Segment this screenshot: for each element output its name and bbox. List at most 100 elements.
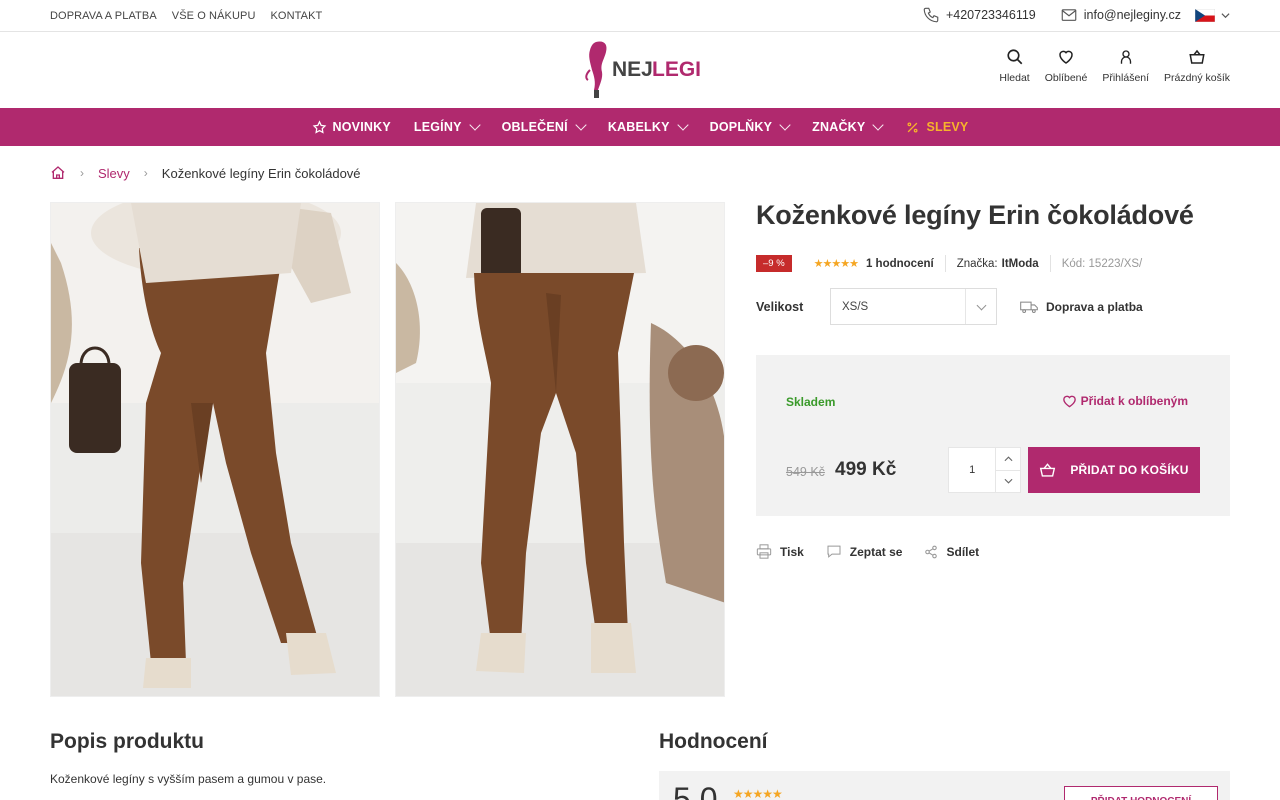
nav-item-doplnky[interactable]: DOPLŇKY <box>709 119 791 134</box>
nav-item-znacky[interactable]: ZNAČKY <box>812 119 885 134</box>
reviews-heading: Hodnocení <box>659 730 768 753</box>
mail-icon <box>1061 9 1077 21</box>
old-price: 549 Kč <box>786 465 825 479</box>
description-heading: Popis produktu <box>50 730 204 753</box>
share-button[interactable]: Sdílet <box>924 544 979 559</box>
nav-label: OBLEČENÍ <box>501 120 568 134</box>
size-select[interactable]: XS/S <box>830 288 997 325</box>
percent-icon <box>907 122 918 132</box>
chevron-down-icon <box>976 300 986 310</box>
discount-badge: –9 % <box>756 255 792 272</box>
svg-text:NEJ: NEJ <box>612 58 653 81</box>
chevron-down-icon <box>779 119 791 131</box>
breadcrumb-current: Koženkové legíny Erin čokoládové <box>161 165 361 181</box>
link-about-shopping[interactable]: VŠE O NÁKUPU <box>172 10 256 22</box>
product-image-front[interactable] <box>50 202 380 697</box>
rating-summary: 5,0 ★★★★★ PŘIDAT HODNOCENÍ <box>659 771 1230 800</box>
site-header: NEJ LEGINY Hledat Oblíbené Přihlášení Pr… <box>0 32 1280 108</box>
search-icon <box>1006 49 1022 65</box>
shipping-link[interactable]: Doprava a platba <box>1020 300 1143 314</box>
svg-text:LEGINY: LEGINY <box>652 58 700 81</box>
nav-item-novinky[interactable]: NOVINKY <box>312 119 391 135</box>
quantity-stepper: 1 <box>948 447 1021 493</box>
login-label: Přihlášení <box>1102 72 1150 84</box>
nav-label: ZNAČKY <box>812 120 866 134</box>
chevron-down-icon <box>1004 479 1013 484</box>
chevron-down-icon <box>872 119 885 131</box>
header-icons: Hledat Oblíbené Přihlášení Prázdný košík <box>999 48 1230 84</box>
shipping-label: Doprava a platba <box>1046 299 1143 314</box>
favorites-label: Oblíbené <box>1044 72 1088 84</box>
size-value: XS/S <box>842 300 869 313</box>
add-to-cart-label: PŘIDAT DO KOŠÍKU <box>1070 463 1189 477</box>
cart-label: Prázdný košík <box>1164 72 1230 84</box>
printer-icon <box>756 544 772 559</box>
add-to-cart-button[interactable]: PŘIDAT DO KOŠÍKU <box>1028 447 1200 493</box>
size-label: Velikost <box>756 299 804 314</box>
reviews-link[interactable]: 1 hodnocení <box>866 258 934 270</box>
rating-stars: ★★★★★ <box>813 258 859 270</box>
nav-label: NOVINKY <box>332 120 391 134</box>
print-button[interactable]: Tisk <box>756 544 804 559</box>
user-icon <box>1120 50 1131 64</box>
brand-link[interactable]: ItModa <box>1002 258 1039 270</box>
buy-box: Skladem Přidat k oblíbeným 549 Kč 499 Kč… <box>756 355 1230 516</box>
phone-number[interactable]: +420723346119 <box>946 8 1036 22</box>
share-label: Sdílet <box>946 544 980 559</box>
quantity-increase-button[interactable] <box>996 448 1020 470</box>
product-actions: Tisk Zeptat se Sdílet <box>756 544 979 559</box>
chevron-down-icon <box>468 119 481 131</box>
top-contact: +420723346119 info@nejleginy.cz <box>922 6 1230 24</box>
nav-label: LEGÍNY <box>413 120 462 134</box>
favorites-button[interactable]: Oblíbené <box>1044 48 1088 84</box>
size-row: Velikost XS/S Doprava a platba <box>756 288 1143 325</box>
rating-stars: ★★★★★ <box>733 787 783 800</box>
chevron-down-icon[interactable] <box>1221 11 1230 20</box>
logo[interactable]: NEJ LEGINY <box>582 38 730 102</box>
logo-leg-icon <box>589 41 607 90</box>
email-link[interactable]: info@nejleginy.cz <box>1084 8 1181 22</box>
phone-icon <box>923 7 939 23</box>
nav-item-leginy[interactable]: LEGÍNY <box>413 119 481 134</box>
breadcrumb-category[interactable]: Slevy <box>98 166 130 181</box>
chat-icon <box>827 545 841 558</box>
heart-icon <box>1062 395 1076 408</box>
nav-item-obleceni[interactable]: OBLEČENÍ <box>501 119 587 134</box>
nav-item-slevy[interactable]: SLEVY <box>905 120 968 135</box>
quantity-decrease-button[interactable] <box>996 469 1020 493</box>
home-icon[interactable] <box>50 165 66 181</box>
breadcrumb: › Slevy › Koženkové legíny Erin čokoládo… <box>50 165 361 181</box>
brand-label: Značka: <box>956 257 998 270</box>
product-image-back[interactable] <box>395 202 725 697</box>
ask-button[interactable]: Zeptat se <box>826 544 903 559</box>
link-contact[interactable]: KONTAKT <box>271 10 323 22</box>
star-icon <box>312 119 326 134</box>
print-label: Tisk <box>780 544 804 559</box>
top-bar: DOPRAVA A PLATBA VŠE O NÁKUPU KONTAKT +4… <box>0 0 1280 32</box>
search-button[interactable]: Hledat <box>999 48 1030 84</box>
share-icon <box>925 545 938 558</box>
nav-item-kabelky[interactable]: KABELKY <box>608 119 689 134</box>
link-shipping-payment[interactable]: DOPRAVA A PLATBA <box>50 10 157 22</box>
nav-label: SLEVY <box>926 120 969 134</box>
product-meta: –9 % ★★★★★ 1 hodnocení Značka: ItModa Kó… <box>756 255 1142 272</box>
nav-label: DOPLŇKY <box>709 120 773 134</box>
truck-icon <box>1020 301 1038 313</box>
rating-score: 5,0 <box>673 781 718 800</box>
main-nav: NOVINKY LEGÍNY OBLEČENÍ KABELKY DOPLŇKY … <box>0 108 1280 146</box>
ask-label: Zeptat se <box>849 544 903 559</box>
price: 499 Kč <box>835 459 897 480</box>
chevron-up-icon <box>1004 456 1013 461</box>
breadcrumb-separator: › <box>143 166 148 180</box>
add-review-button[interactable]: PŘIDAT HODNOCENÍ <box>1064 786 1218 800</box>
quantity-input[interactable]: 1 <box>949 448 995 492</box>
add-to-favorites-button[interactable]: Přidat k oblíbeným <box>1062 394 1188 408</box>
product-title: Koženkové legíny Erin čokoládové <box>756 200 1194 230</box>
basket-icon <box>1040 462 1056 477</box>
chevron-down-icon <box>676 119 689 131</box>
cart-button[interactable]: Prázdný košík <box>1164 48 1230 84</box>
login-button[interactable]: Přihlášení <box>1102 48 1149 84</box>
czech-flag-icon[interactable] <box>1195 8 1215 22</box>
product-code: Kód: 15223/XS/ <box>1061 257 1143 270</box>
chevron-down-icon <box>575 119 587 131</box>
